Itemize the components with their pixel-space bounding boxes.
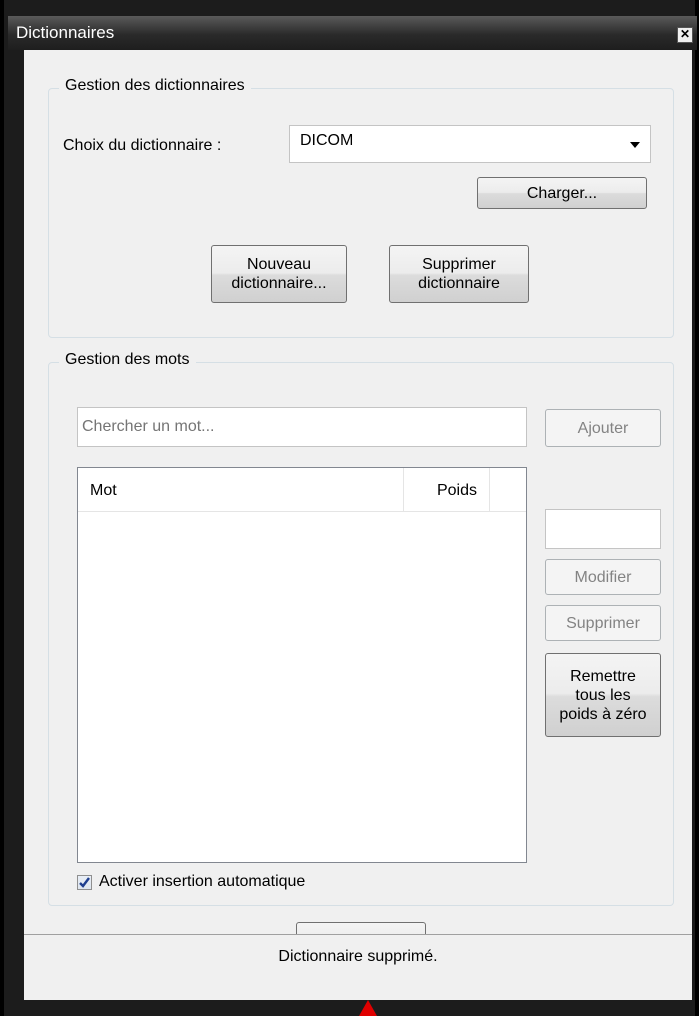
dictionary-select-value: DICOM bbox=[300, 132, 354, 149]
column-header-mot[interactable]: Mot bbox=[78, 468, 404, 512]
dictionaries-group: Gestion des dictionnaires Choix du dicti… bbox=[48, 77, 674, 338]
checkmark-icon bbox=[79, 877, 90, 888]
words-group: Gestion des mots Ajouter Mot Poids Modif… bbox=[48, 351, 674, 906]
dictionary-select[interactable]: DICOM bbox=[289, 125, 651, 163]
close-icon: ✕ bbox=[679, 27, 691, 41]
dictionary-choice-label: Choix du dictionnaire : bbox=[63, 137, 222, 154]
column-header-filler bbox=[490, 468, 526, 512]
auto-insert-label[interactable]: Activer insertion automatique bbox=[99, 873, 305, 891]
window-frame: Dictionnaires ✕ Gestion des dictionnaire… bbox=[0, 0, 699, 1016]
words-group-title: Gestion des mots bbox=[59, 351, 196, 369]
status-text: Dictionnaire supprimé. bbox=[278, 948, 438, 965]
delete-word-button[interactable]: Supprimer bbox=[545, 605, 661, 641]
column-header-mot-label: Mot bbox=[90, 482, 117, 499]
new-dictionary-button[interactable]: Nouveau dictionnaire... bbox=[211, 245, 347, 303]
words-list[interactable]: Mot Poids bbox=[77, 467, 527, 863]
delete-dictionary-label-line2: dictionnaire bbox=[418, 275, 500, 292]
dialog-body: Gestion des dictionnaires Choix du dicti… bbox=[24, 50, 692, 1000]
new-dictionary-label-line1: Nouveau bbox=[246, 256, 312, 273]
dictionaries-group-title: Gestion des dictionnaires bbox=[59, 77, 251, 95]
pointer-cursor bbox=[359, 1000, 377, 1016]
reset-weights-label-line1: Remettre bbox=[570, 667, 636, 685]
close-button[interactable]: ✕ bbox=[677, 27, 693, 43]
delete-dictionary-button[interactable]: Supprimer dictionnaire bbox=[389, 245, 529, 303]
delete-dictionary-label-line1: Supprimer bbox=[422, 256, 496, 273]
search-input[interactable] bbox=[77, 407, 527, 447]
chevron-down-icon bbox=[630, 142, 640, 148]
new-dictionary-label-line2: dictionnaire... bbox=[231, 275, 327, 292]
title-bar[interactable]: Dictionnaires ✕ bbox=[8, 16, 697, 50]
column-header-poids-label: Poids bbox=[436, 482, 477, 499]
reset-weights-label-line3: poids à zéro bbox=[559, 705, 647, 723]
add-word-button[interactable]: Ajouter bbox=[545, 409, 661, 447]
column-header-poids[interactable]: Poids bbox=[404, 468, 490, 512]
load-button[interactable]: Charger... bbox=[477, 177, 647, 209]
window-title: Dictionnaires bbox=[16, 23, 115, 42]
weight-field[interactable] bbox=[545, 509, 661, 549]
status-bar: Dictionnaire supprimé. bbox=[24, 934, 692, 984]
auto-insert-checkbox[interactable] bbox=[77, 875, 92, 890]
reset-weights-label-line2: tous les bbox=[575, 686, 631, 704]
reset-weights-button[interactable]: Remettre tous les poids à zéro bbox=[545, 653, 661, 737]
edit-word-button[interactable]: Modifier bbox=[545, 559, 661, 595]
